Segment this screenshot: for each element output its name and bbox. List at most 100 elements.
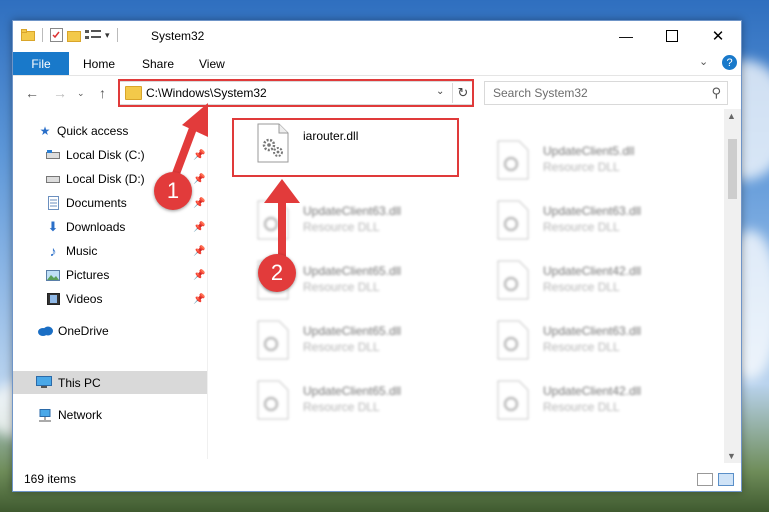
tab-view[interactable]: View xyxy=(199,52,225,75)
drive-icon xyxy=(45,148,61,162)
star-icon: ★ xyxy=(39,124,51,138)
explorer-window: ▾ System32 — ✕ File Home Share View ⌄ ? … xyxy=(12,20,742,492)
dll-gear-icon xyxy=(497,320,529,360)
new-folder-icon[interactable] xyxy=(67,28,81,42)
details-view-icon[interactable] xyxy=(697,473,713,486)
sidebar-item-label: Local Disk (C:) xyxy=(66,148,145,162)
sidebar-item-label: Videos xyxy=(66,292,103,306)
sidebar-item-label: Quick access xyxy=(57,124,129,138)
file-type: Resource DLL xyxy=(543,280,620,294)
file-type: Resource DLL xyxy=(303,220,380,234)
view-options-icon[interactable] xyxy=(85,29,101,41)
sidebar-item-label: Local Disk (D:) xyxy=(66,172,145,186)
navigation-bar: ← → ⌄ ↑ C:\Windows\System32 ⌄ ↻ ⚲ xyxy=(13,76,741,109)
scroll-down-icon[interactable]: ▼ xyxy=(727,451,736,461)
sidebar-item-videos[interactable]: Videos 📌 xyxy=(13,287,207,311)
film-icon xyxy=(45,292,61,306)
recent-locations-icon[interactable]: ⌄ xyxy=(77,88,85,99)
toolbar-separator xyxy=(116,28,118,42)
file-name: UpdateClient65.dll xyxy=(303,264,402,278)
dll-gear-icon xyxy=(497,260,529,300)
pin-icon[interactable]: 📌 xyxy=(193,294,205,305)
file-name: UpdateClient42.dll xyxy=(543,264,642,278)
ribbon-tabs: File Home Share View ⌄ ? xyxy=(13,52,741,76)
file-item[interactable]: UpdateClient65.dll Resource DLL xyxy=(231,314,461,370)
file-name: UpdateClient63.dll xyxy=(543,324,642,338)
file-item[interactable]: UpdateClient65.dll Resource DLL xyxy=(231,374,461,430)
file-name: UpdateClient42.dll xyxy=(543,384,642,398)
sidebar-item-downloads[interactable]: ⬇ Downloads 📌 xyxy=(13,215,207,239)
file-type: Resource DLL xyxy=(303,280,380,294)
sidebar-item-label: OneDrive xyxy=(58,324,109,338)
file-type: Resource DLL xyxy=(303,340,380,354)
title-bar: ▾ System32 — ✕ xyxy=(13,21,741,52)
tab-file[interactable]: File xyxy=(13,52,69,75)
search-box[interactable]: ⚲ xyxy=(484,81,728,105)
dll-gear-icon xyxy=(257,380,289,420)
toolbar-separator xyxy=(42,28,43,42)
file-item[interactable]: UpdateClient5.dll Resource DLL xyxy=(471,134,701,190)
step-badge-2: 2 xyxy=(258,254,296,292)
properties-icon[interactable] xyxy=(50,28,63,42)
sidebar-item-music[interactable]: ♪ Music 📌 xyxy=(13,239,207,263)
customize-toolbar-icon[interactable]: ▾ xyxy=(105,30,110,41)
dll-gear-icon xyxy=(257,320,289,360)
sidebar-item-label: Documents xyxy=(66,196,127,210)
forward-arrow-icon[interactable]: → xyxy=(53,85,67,101)
file-name: UpdateClient5.dll xyxy=(543,144,635,158)
sidebar-item-label: This PC xyxy=(58,375,101,390)
close-button[interactable]: ✕ xyxy=(695,21,741,51)
large-icons-view-icon[interactable] xyxy=(718,473,734,486)
file-type: Resource DLL xyxy=(543,340,620,354)
file-item[interactable]: UpdateClient63.dll Resource DLL xyxy=(471,194,701,250)
search-input[interactable] xyxy=(493,86,693,100)
scroll-up-icon[interactable]: ▲ xyxy=(727,111,736,121)
file-item[interactable]: UpdateClient42.dll Resource DLL xyxy=(471,374,701,430)
help-icon[interactable]: ? xyxy=(722,55,737,70)
file-type: Resource DLL xyxy=(543,400,620,414)
pin-icon[interactable]: 📌 xyxy=(193,270,205,281)
step-badge-1: 1 xyxy=(154,172,192,210)
sidebar-item-onedrive[interactable]: OneDrive xyxy=(13,319,207,343)
sidebar-item-label: Pictures xyxy=(66,268,110,282)
window-title: System32 xyxy=(151,29,205,43)
scroll-thumb[interactable] xyxy=(728,139,737,199)
file-item[interactable]: UpdateClient63.dll Resource DLL xyxy=(471,314,701,370)
search-icon[interactable]: ⚲ xyxy=(711,85,721,101)
sidebar-item-this-pc[interactable]: This PC xyxy=(13,371,207,394)
network-icon xyxy=(37,408,53,422)
maximize-button[interactable] xyxy=(649,21,695,51)
download-arrow-icon: ⬇ xyxy=(47,219,59,234)
file-name: UpdateClient65.dll xyxy=(303,324,402,338)
file-name: UpdateClient63.dll xyxy=(543,204,642,218)
drive-icon xyxy=(45,172,61,186)
folder-icon[interactable] xyxy=(21,29,35,41)
file-type: Resource DLL xyxy=(543,160,620,174)
quick-access-toolbar: ▾ xyxy=(21,28,121,42)
tab-home[interactable]: Home xyxy=(83,52,115,75)
sidebar-item-network[interactable]: Network xyxy=(13,403,207,427)
file-highlight-box xyxy=(232,118,459,177)
file-name: UpdateClient65.dll xyxy=(303,384,402,398)
vertical-scrollbar[interactable]: ▲ ▼ xyxy=(724,109,741,463)
computer-icon xyxy=(36,376,52,390)
pin-icon[interactable]: 📌 xyxy=(193,222,205,233)
cloud-icon xyxy=(37,324,53,338)
expand-ribbon-icon[interactable]: ⌄ xyxy=(699,55,708,68)
pin-icon[interactable]: 📌 xyxy=(193,246,205,257)
back-arrow-icon[interactable]: ← xyxy=(25,85,39,101)
sidebar-item-label: Music xyxy=(66,244,98,258)
file-name: UpdateClient63.dll xyxy=(303,204,402,218)
sidebar-item-label: Downloads xyxy=(66,220,126,234)
document-icon xyxy=(45,196,61,210)
item-count: 169 items xyxy=(24,472,77,486)
picture-icon xyxy=(45,268,61,282)
minimize-button[interactable]: — xyxy=(603,21,649,51)
file-type: Resource DLL xyxy=(543,220,620,234)
sidebar-item-pictures[interactable]: Pictures 📌 xyxy=(13,263,207,287)
tab-share[interactable]: Share xyxy=(142,52,174,75)
dll-gear-icon xyxy=(497,140,529,180)
dll-gear-icon xyxy=(497,200,529,240)
up-arrow-icon[interactable]: ↑ xyxy=(99,85,106,101)
file-item[interactable]: UpdateClient42.dll Resource DLL xyxy=(471,254,701,310)
